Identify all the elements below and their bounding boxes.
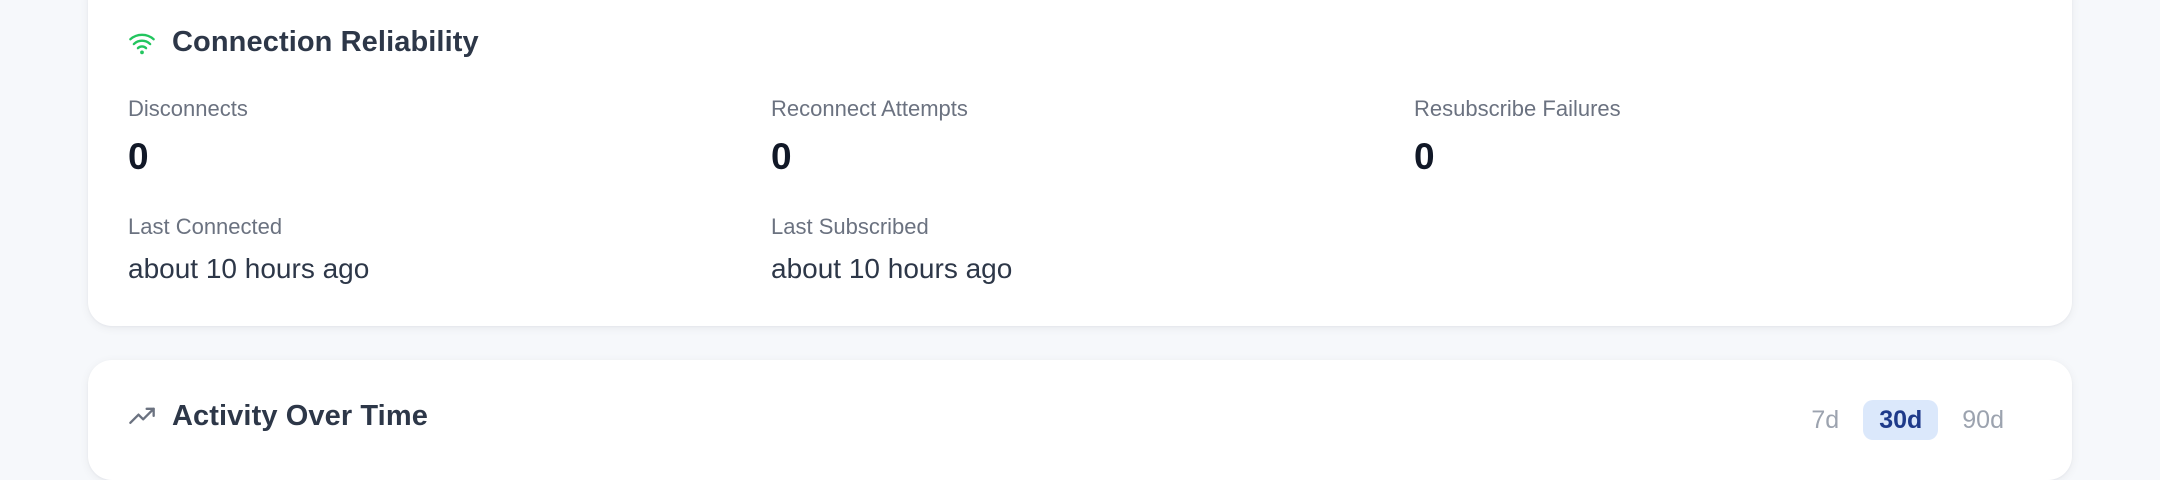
stat-reconnect-attempts: Reconnect Attempts 0	[771, 96, 968, 175]
activity-over-time-header: Activity Over Time	[128, 400, 428, 433]
activity-over-time-card: Activity Over Time 7d 30d 90d	[88, 360, 2072, 480]
wifi-icon	[128, 29, 156, 57]
range-90d-button[interactable]: 90d	[1946, 400, 2020, 440]
trending-up-icon	[128, 403, 156, 431]
stat-value: 0	[1414, 136, 1435, 178]
stat-label: Resubscribe Failures	[1414, 96, 1621, 121]
card-title: Activity Over Time	[172, 400, 428, 432]
stat-text: about 10 hours ago	[128, 253, 370, 285]
connection-reliability-card: Connection Reliability Disconnects 0 Rec…	[88, 0, 2072, 326]
stat-label: Last Connected	[128, 214, 283, 239]
stat-label: Reconnect Attempts	[771, 96, 968, 121]
stat-label: Last Subscribed	[771, 214, 929, 239]
stat-resubscribe-failures: Resubscribe Failures 0	[1414, 96, 1621, 175]
time-range-switch: 7d 30d 90d	[1795, 400, 2020, 440]
stat-disconnects: Disconnects 0	[128, 96, 248, 175]
stat-value: 0	[128, 136, 149, 178]
stat-value: 0	[771, 136, 792, 178]
stat-label: Disconnects	[128, 96, 248, 121]
stat-last-subscribed: Last Subscribed about 10 hours ago	[771, 214, 1012, 286]
range-30d-button[interactable]: 30d	[1863, 400, 1939, 440]
range-7d-button[interactable]: 7d	[1795, 400, 1855, 440]
card-title: Connection Reliability	[172, 26, 479, 58]
connection-reliability-header: Connection Reliability	[128, 26, 479, 59]
stat-text: about 10 hours ago	[771, 253, 1013, 285]
stat-last-connected: Last Connected about 10 hours ago	[128, 214, 369, 286]
